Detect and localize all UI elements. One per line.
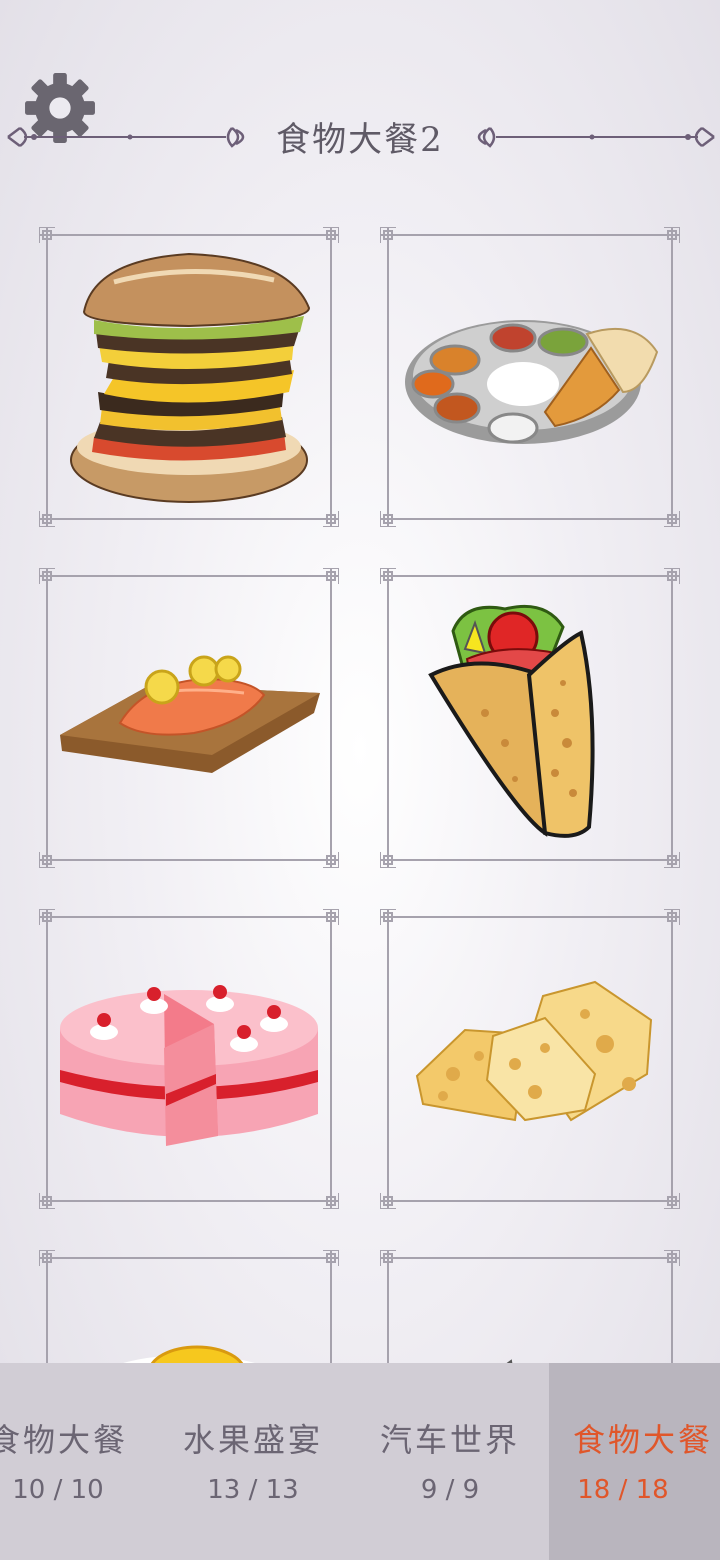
tab-progress: 13 / 13: [207, 1475, 299, 1505]
tab-label: 水果盛宴: [182, 1421, 323, 1459]
tab-fruit-feast[interactable]: 水果盛宴 13 / 13: [155, 1363, 351, 1560]
cheese-icon: [395, 924, 665, 1194]
tab-progress: 10 / 10: [12, 1475, 104, 1505]
puzzle-card-burger[interactable]: [39, 227, 339, 527]
tab-label: 汽车世界: [379, 1421, 520, 1459]
wrap-icon: [395, 583, 665, 853]
tab-car-world[interactable]: 汽车世界 9 / 9: [352, 1363, 548, 1560]
puzzle-grid: [0, 0, 720, 1560]
tab-label: 食物大餐: [0, 1421, 128, 1459]
burger-icon: [54, 242, 324, 512]
category-tab-bar: 食物大餐 10 / 10 水果盛宴 13 / 13 汽车世界 9 / 9 食物大…: [0, 1363, 720, 1560]
puzzle-card-cheese[interactable]: [380, 909, 680, 1209]
puzzle-card-thali[interactable]: [380, 227, 680, 527]
puzzle-card-cake[interactable]: [39, 909, 339, 1209]
tab-progress: 18 / 18: [577, 1475, 669, 1505]
salmon-icon: [54, 583, 324, 853]
thali-plate-icon: [395, 242, 665, 512]
tab-food-feast-2[interactable]: 食物大餐 18 / 18: [549, 1363, 720, 1560]
tab-label: 食物大餐: [572, 1421, 713, 1459]
cake-icon: [54, 924, 324, 1194]
puzzle-card-salmon[interactable]: [39, 568, 339, 868]
tab-progress: 9 / 9: [420, 1475, 480, 1505]
tab-food-feast[interactable]: 食物大餐 10 / 10: [0, 1363, 156, 1560]
puzzle-card-wrap[interactable]: [380, 568, 680, 868]
